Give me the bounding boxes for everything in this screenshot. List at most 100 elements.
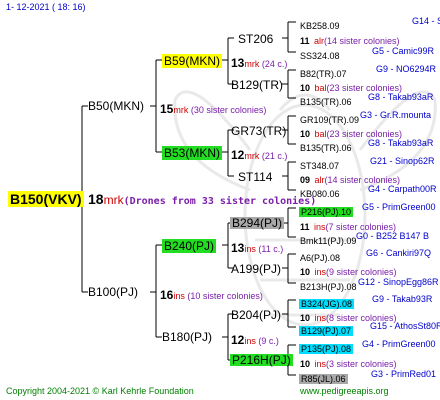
row-1-unit: alr <box>313 36 324 46</box>
row-8-name: B135(TR).06 <box>300 143 352 153</box>
row-22-number: 10 <box>300 359 311 369</box>
row-14: Bmk11(PJ).09 G0 - B252 B147 B <box>300 232 429 248</box>
b53-drone-note: (21 c.) <box>259 151 288 161</box>
row-1-note: (14 sister colonies) <box>323 36 400 46</box>
row-14-source: G0 - B252 B147 B <box>356 231 430 241</box>
b100-drone-number: 16 <box>160 288 174 302</box>
row-0-source: G14 - SinopEgg86R <box>412 16 440 26</box>
row-11-source: G4 - Carpath00R <box>368 184 437 194</box>
row-1-number: 11 <box>300 36 310 46</box>
node-p216h: P216H(PJ) <box>230 353 293 367</box>
root-drone-info: 18mrk(Drones from 33 sister colonies) <box>88 192 316 208</box>
row-18-source: G9 - Takab93R <box>372 294 433 304</box>
row-17: B213H(PJ).08 G12 - SinopEgg86R <box>300 278 439 294</box>
row-16-note: (9 sister colonies) <box>325 267 397 277</box>
b100-drone-note: (10 sister colonies) <box>184 291 263 301</box>
row-23: R85(JL).06 G3 - PrimRed01 <box>299 370 436 386</box>
b50-drone-number: 15 <box>160 102 174 116</box>
node-b204: B204(PJ) <box>231 308 282 322</box>
row-21: P135(PJ).08 G4 - PrimGreen00 <box>299 340 436 356</box>
footer-copyright: Copyright 2004-2021 © Karl Kehrle Founda… <box>6 386 194 396</box>
node-b53: B53(MKN) <box>162 146 223 160</box>
row-6-source: G3 - Gr.R.mounta <box>360 110 432 120</box>
row-12-name: P216(PJ).10 <box>299 207 354 217</box>
b53-drone-number: 12 <box>231 148 245 162</box>
node-b240: B240(PJ) <box>162 239 217 253</box>
row-0: KB258.09 G14 - SinopEgg86R <box>300 17 440 33</box>
node-b100: B100(PJ) <box>88 285 139 299</box>
row-6-name: GR109(TR).09 <box>300 115 360 125</box>
row-5-source: G8 - Takab93aR <box>368 92 434 102</box>
b240-drone-unit: ins <box>244 244 256 254</box>
row-7-unit: bal <box>314 129 327 139</box>
b50-drone-unit: mrk <box>173 105 189 115</box>
node-st114: ST114 <box>238 170 273 184</box>
row-5: B135(TR).06 G8 - Takab93aR <box>300 93 433 109</box>
pedigree-canvas: 1- 12-2021 ( 18: 16) B150(VKV) 18mrk(Dro… <box>0 0 440 400</box>
row-23-source: G3 - PrimRed01 <box>371 369 437 379</box>
row-12-source: G5 - PrimGreen00 <box>362 202 436 212</box>
row-16-number: 10 <box>300 267 311 277</box>
node-b294: B294(PJ) <box>230 216 285 230</box>
node-a199: A199(PJ) <box>231 262 282 276</box>
row-2-source: G5 - Camic99R <box>372 46 435 56</box>
b59-drone-unit: mrk <box>244 59 260 69</box>
row-2-name: SS324.08 <box>300 51 340 61</box>
row-10-unit: alr <box>314 175 325 185</box>
b180-drone-unit: ins <box>244 336 256 346</box>
row-22-unit: ins <box>314 359 326 369</box>
row-14-name: Bmk11(PJ).09 <box>300 236 357 246</box>
root-drone-unit: mrk <box>103 193 124 207</box>
b53-drone-info: 12mrk (21 c.) <box>231 147 287 163</box>
b180-drone-info: 12ins (9 c.) <box>231 332 279 348</box>
b100-drone-info: 16ins (10 sister colonies) <box>160 287 263 303</box>
root-queen: B150(VKV) <box>8 191 84 207</box>
row-21-source: G4 - PrimGreen00 <box>362 339 436 349</box>
row-20-source: G15 - AthosSt80R <box>370 321 440 331</box>
footer-website-link[interactable]: www.pedigreeapis.org <box>300 387 389 396</box>
row-20-name: B129(PJ).07 <box>299 326 354 336</box>
node-b59: B59(MKN) <box>162 54 223 68</box>
row-8: B135(TR).06 G8 - Takab93aR <box>300 139 433 155</box>
row-4-number: 10 <box>300 83 311 93</box>
node-b129: B129(TR) <box>231 78 284 92</box>
row-17-source: G12 - SinopEgg86R <box>358 277 439 287</box>
row-7-number: 10 <box>300 129 311 139</box>
row-22-note: (3 sister colonies) <box>325 359 397 369</box>
row-0-name: KB258.09 <box>300 21 340 31</box>
b50-drone-note: (30 sister colonies) <box>188 105 267 115</box>
row-13-number: 11 <box>300 222 310 232</box>
b59-drone-number: 13 <box>231 56 245 70</box>
row-15-name: A6(PJ).08 <box>300 253 341 263</box>
row-18-name: B324(JG).08 <box>299 299 355 309</box>
node-b50: B50(MKN) <box>88 99 145 113</box>
row-4-unit: bal <box>314 83 327 93</box>
row-20: B129(PJ).07 G15 - AthosSt80R <box>299 322 440 338</box>
row-9-source: G21 - Sinop62R <box>370 156 435 166</box>
row-13-unit: ins <box>313 222 326 232</box>
row-21-name: P135(PJ).08 <box>299 344 354 354</box>
row-2: SS324.08 G5 - Camic99R <box>300 47 434 63</box>
node-gr73: GR73(TR) <box>231 124 287 138</box>
b240-drone-info: 13ins (11 c.) <box>231 240 283 256</box>
b240-drone-note: (11 c.) <box>255 244 284 254</box>
row-23-name: R85(JL).06 <box>299 374 348 384</box>
b50-drone-info: 15mrk (30 sister colonies) <box>160 101 266 117</box>
row-3-name: B82(TR).07 <box>300 69 347 79</box>
b180-drone-number: 12 <box>231 333 245 347</box>
root-drone-note: (Drones from 33 sister colonies) <box>123 196 317 207</box>
row-9-name: ST348.07 <box>300 161 340 171</box>
b59-drone-note: (24 c.) <box>259 59 288 69</box>
b59-drone-info: 13mrk (24 c.) <box>231 55 287 71</box>
date-stamp: 1- 12-2021 ( 18: 16) <box>6 2 86 12</box>
row-11-name: KB080.06 <box>300 189 340 199</box>
b240-drone-number: 13 <box>231 241 245 255</box>
b53-drone-unit: mrk <box>244 151 260 161</box>
row-16-unit: ins <box>314 267 326 277</box>
row-11: KB080.06 G4 - Carpath00R <box>300 185 437 201</box>
row-5-name: B135(TR).06 <box>300 97 352 107</box>
root-drone-number: 18 <box>88 191 104 207</box>
row-3-source: G9 - NO6294R <box>376 64 437 74</box>
b100-drone-unit: ins <box>173 291 185 301</box>
row-17-name: B213H(PJ).08 <box>300 282 357 292</box>
